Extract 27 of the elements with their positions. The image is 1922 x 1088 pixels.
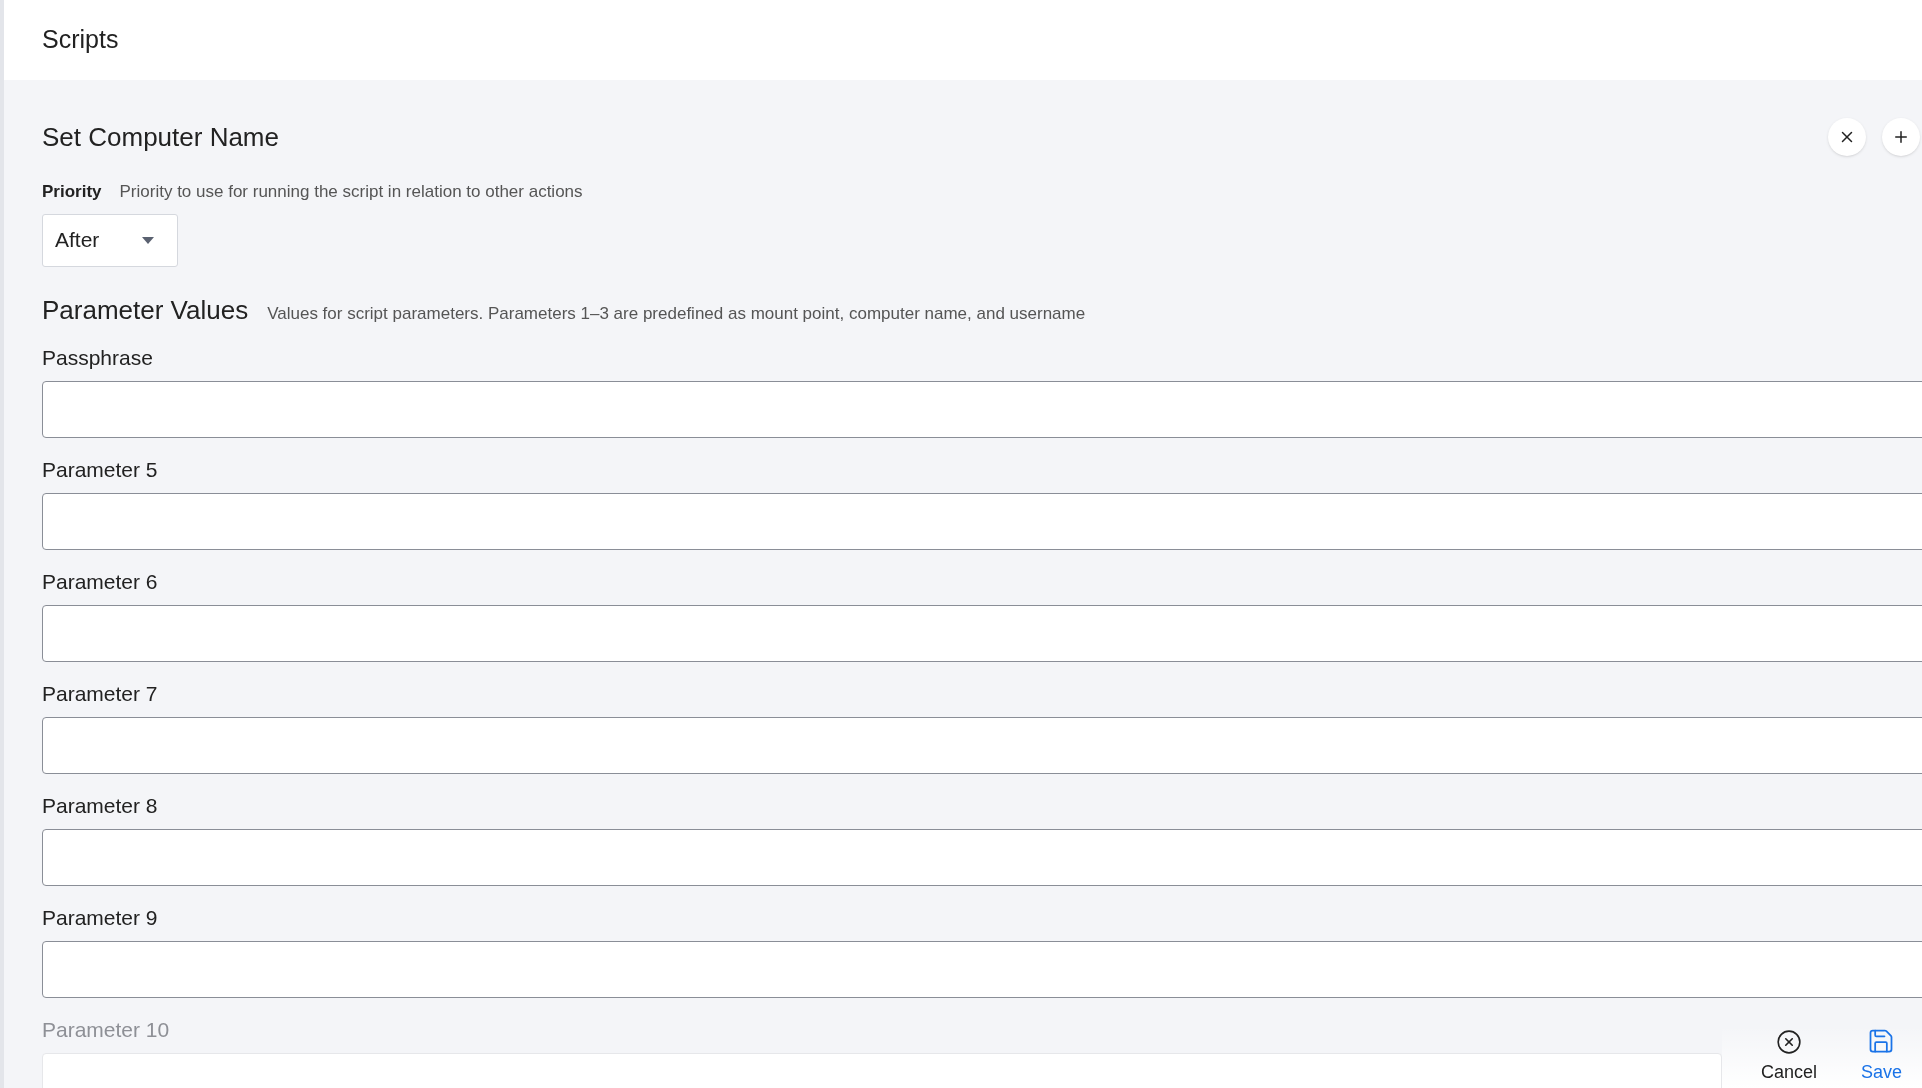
field-label: Parameter 7 — [42, 680, 158, 707]
input-field[interactable] — [42, 604, 1922, 662]
cancel-icon — [1775, 1029, 1802, 1055]
field-label: Parameter 10 — [42, 1016, 170, 1043]
field-label: Parameter 9 — [42, 904, 158, 931]
plus-icon — [1892, 128, 1910, 146]
priority-label: Priority — [42, 181, 102, 203]
input-field[interactable] — [42, 940, 1922, 998]
input-field[interactable] — [42, 716, 1922, 774]
section-title: Parameter Values — [42, 293, 249, 327]
caret-icon — [141, 235, 155, 245]
field-label: Parameter 6 — [42, 568, 158, 595]
cancel-button[interactable]: Cancel — [1760, 1029, 1817, 1086]
section-description: Values for script parameters. Parameters 1–3 are predefined as mount point, computer name, and username — [267, 302, 1086, 325]
save-button[interactable]: Save — [1860, 1027, 1902, 1086]
input-field[interactable] — [42, 828, 1922, 886]
priority-select[interactable]: After — [42, 213, 178, 267]
field-label: Passphrase — [42, 344, 153, 371]
add-button[interactable] — [1882, 118, 1920, 156]
page-title: Scripts — [42, 24, 119, 56]
field-label: Parameter 5 — [42, 456, 158, 483]
close-button[interactable] — [1828, 118, 1866, 156]
script-title: Set Computer Name — [42, 120, 279, 154]
field-label: Parameter 8 — [42, 792, 158, 819]
input-field[interactable] — [42, 380, 1922, 438]
priority-description: Priority to use for running the script in relation to other actions — [119, 181, 583, 203]
input-field[interactable] — [42, 492, 1922, 550]
